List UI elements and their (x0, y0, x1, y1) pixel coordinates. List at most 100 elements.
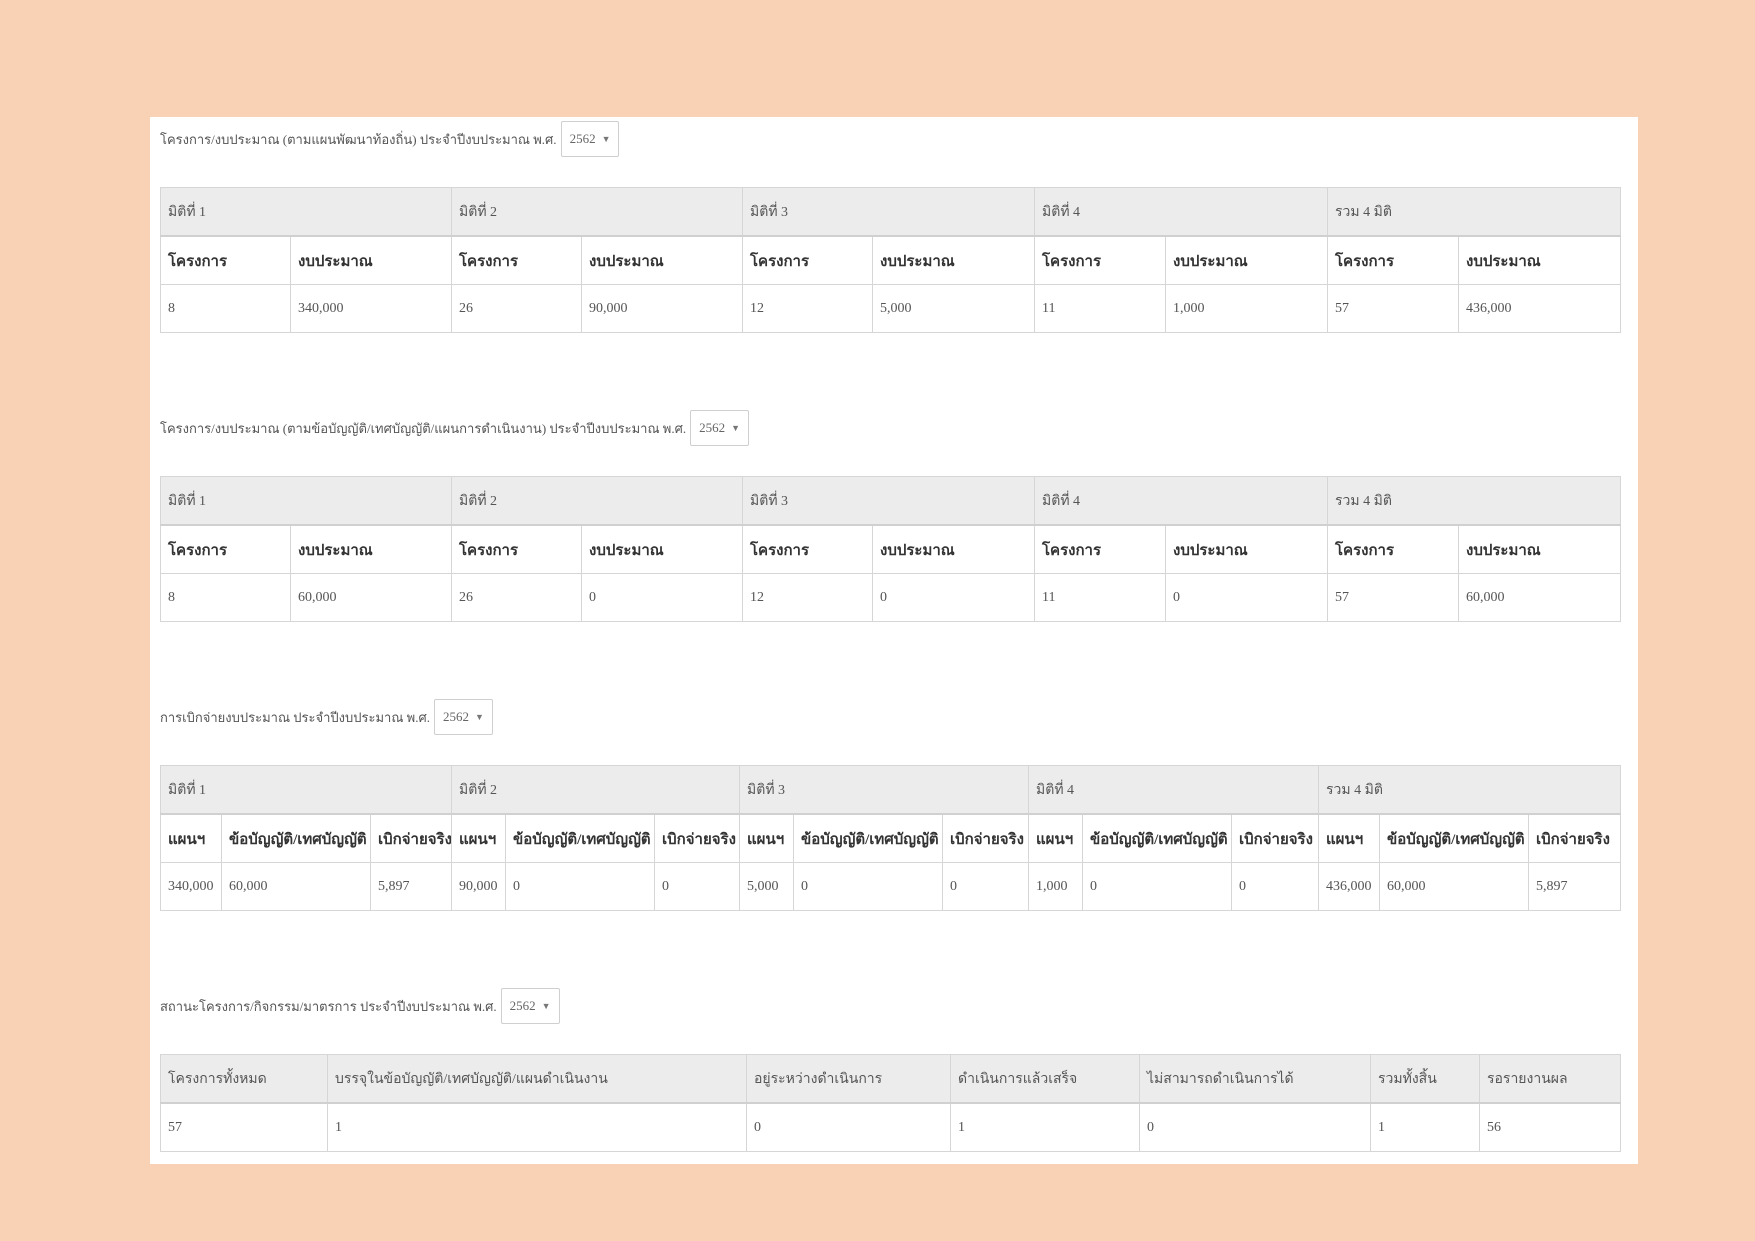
col-header: เบิกจ่ายจริง (1527, 813, 1622, 863)
table-cell: 340,000 (290, 284, 452, 333)
col-header: งบประมาณ (1165, 235, 1328, 285)
section-1-header: โครงการ/งบประมาณ (ตามแผนพัฒนาท้องถิ่น) ป… (160, 121, 620, 157)
group-header: มิติที่ 1 (160, 476, 452, 526)
col-header: เบิกจ่ายจริง (942, 813, 1029, 863)
col-header: งบประมาณ (581, 235, 743, 285)
section-2-header: โครงการ/งบประมาณ (ตามข้อบัญญัติ/เทศบัญญั… (160, 410, 750, 446)
table-cell: 340,000 (160, 862, 222, 911)
table-cell: 0 (942, 862, 1029, 911)
col-header: งบประมาณ (581, 524, 743, 574)
table-cell: 0 (581, 573, 743, 622)
col-header: โครงการ (160, 235, 291, 285)
table-cell: 1 (327, 1102, 747, 1152)
table-cell: 90,000 (451, 862, 506, 911)
table-cell: 26 (451, 573, 582, 622)
table-cell: 57 (160, 1102, 328, 1152)
col-header: บรรจุในข้อบัญญัติ/เทศบัญญัติ/แผนดำเนินงา… (327, 1054, 747, 1104)
table-cell: 0 (793, 862, 943, 911)
table-cell: 60,000 (1458, 573, 1621, 622)
col-header: ข้อบัญญัติ/เทศบัญญัติ (221, 813, 371, 863)
caret-down-icon: ▼ (541, 1001, 551, 1011)
caret-down-icon: ▼ (731, 423, 741, 433)
table-cell: 1,000 (1165, 284, 1328, 333)
group-header: รวม 4 มิติ (1327, 187, 1621, 237)
budget-plan-table: มิติที่ 1 มิติที่ 2 มิติที่ 3 มิติที่ 4 … (160, 187, 1621, 333)
disbursement-table: มิติที่ 1 มิติที่ 2 มิติที่ 3 มิติที่ 4 … (160, 765, 1622, 911)
table-row: 8 60,000 26 0 12 0 11 0 57 60,000 (160, 573, 1621, 622)
table-cell: 11 (1034, 284, 1166, 333)
table-cell: 1 (1370, 1102, 1480, 1152)
group-header: รวม 4 มิติ (1327, 476, 1621, 526)
col-header: โครงการ (742, 235, 873, 285)
col-header: เบิกจ่ายจริง (1231, 813, 1319, 863)
table-cell: 8 (160, 284, 291, 333)
year-select[interactable]: 2562 ▼ (690, 410, 750, 446)
table-cell: 12 (742, 284, 873, 333)
section-4-title: สถานะโครงการ/กิจกรรม/มาตรการ ประจำปีงบปร… (160, 998, 497, 1014)
col-header: งบประมาณ (290, 524, 452, 574)
col-header: งบประมาณ (290, 235, 452, 285)
year-select[interactable]: 2562 ▼ (500, 988, 560, 1024)
table-cell: 57 (1327, 573, 1459, 622)
col-header: งบประมาณ (1458, 235, 1621, 285)
col-header: งบประมาณ (1165, 524, 1328, 574)
caret-down-icon: ▼ (601, 134, 611, 144)
col-header: โครงการ (451, 235, 582, 285)
col-header: โครงการ (1327, 235, 1459, 285)
table-cell: 436,000 (1318, 862, 1380, 911)
col-header: โครงการ (1327, 524, 1459, 574)
col-header: ไม่สามารถดำเนินการได้ (1139, 1054, 1371, 1104)
table-cell: 5,897 (1527, 862, 1622, 911)
table-cell: 57 (1327, 284, 1459, 333)
section-4-header: สถานะโครงการ/กิจกรรม/มาตรการ ประจำปีงบปร… (160, 988, 560, 1024)
section-1-title: โครงการ/งบประมาณ (ตามแผนพัฒนาท้องถิ่น) ป… (160, 131, 557, 147)
table-cell: 56 (1479, 1102, 1621, 1152)
table-cell: 12 (742, 573, 873, 622)
table-row: 8 340,000 26 90,000 12 5,000 11 1,000 57… (160, 284, 1621, 333)
section-3-header: การเบิกจ่ายงบประมาณ ประจำปีงบประมาณ พ.ศ.… (160, 699, 493, 735)
table-cell: 1 (950, 1102, 1140, 1152)
table-cell: 0 (654, 862, 740, 911)
table-cell: 90,000 (581, 284, 743, 333)
group-header: มิติที่ 3 (742, 187, 1035, 237)
section-3-title: การเบิกจ่ายงบประมาณ ประจำปีงบประมาณ พ.ศ. (160, 709, 430, 725)
table-cell: 0 (746, 1102, 951, 1152)
col-header: เบิกจ่ายจริง (370, 813, 452, 863)
col-header: ข้อบัญญัติ/เทศบัญญัติ (505, 813, 655, 863)
col-header: ข้อบัญญัติ/เทศบัญญัติ (1082, 813, 1232, 863)
group-header: มิติที่ 2 (451, 765, 740, 815)
table-row: 340,000 60,000 5,897 90,000 0 0 5,000 0 … (160, 862, 1622, 911)
group-header: มิติที่ 4 (1028, 765, 1319, 815)
col-header: รอรายงานผล (1479, 1054, 1621, 1104)
budget-regulation-table: มิติที่ 1 มิติที่ 2 มิติที่ 3 มิติที่ 4 … (160, 476, 1621, 622)
group-header: มิติที่ 3 (742, 476, 1035, 526)
table-cell: 1,000 (1028, 862, 1083, 911)
year-select[interactable]: 2562 ▼ (560, 121, 620, 157)
col-header: โครงการ (1034, 235, 1166, 285)
col-header: โครงการ (1034, 524, 1166, 574)
col-header: แผนฯ (160, 813, 222, 863)
group-header: มิติที่ 4 (1034, 187, 1328, 237)
group-header: มิติที่ 2 (451, 187, 743, 237)
group-header: มิติที่ 1 (160, 765, 452, 815)
group-header: มิติที่ 1 (160, 187, 452, 237)
col-header: เบิกจ่ายจริง (654, 813, 740, 863)
group-header: มิติที่ 2 (451, 476, 743, 526)
table-cell: 5,000 (872, 284, 1035, 333)
caret-down-icon: ▼ (474, 712, 484, 722)
col-header: โครงการทั้งหมด (160, 1054, 328, 1104)
col-header: งบประมาณ (1458, 524, 1621, 574)
col-header: ดำเนินการแล้วเสร็จ (950, 1054, 1140, 1104)
col-header: แผนฯ (1028, 813, 1083, 863)
table-cell: 5,897 (370, 862, 452, 911)
year-select[interactable]: 2562 ▼ (433, 699, 493, 735)
group-header: รวม 4 มิติ (1317, 765, 1622, 815)
table-cell: 0 (505, 862, 655, 911)
col-header: แผนฯ (1318, 813, 1380, 863)
table-cell: 0 (1165, 573, 1328, 622)
col-header: รวมทั้งสิ้น (1370, 1054, 1480, 1104)
table-cell: 0 (1139, 1102, 1371, 1152)
table-cell: 5,000 (739, 862, 794, 911)
col-header: งบประมาณ (872, 524, 1035, 574)
col-header: งบประมาณ (872, 235, 1035, 285)
